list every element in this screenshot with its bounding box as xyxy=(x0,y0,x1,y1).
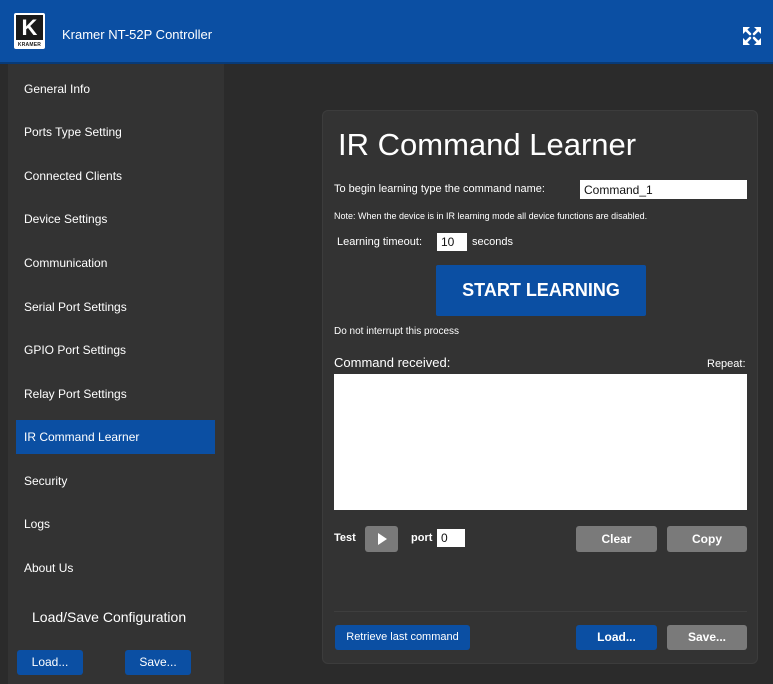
test-label: Test xyxy=(334,532,356,544)
sidebar-item-device-settings[interactable]: Device Settings xyxy=(16,202,215,236)
test-play-button[interactable] xyxy=(365,526,398,552)
page-title: IR Command Learner xyxy=(338,127,637,162)
sidebar-item-gpio-port-settings[interactable]: GPIO Port Settings xyxy=(16,333,215,367)
sidebar-item-security[interactable]: Security xyxy=(16,464,215,498)
command-name-label: To begin learning type the command name: xyxy=(334,183,545,195)
sidebar-item-connected-clients[interactable]: Connected Clients xyxy=(16,159,215,193)
sidebar-item-logs[interactable]: Logs xyxy=(16,507,215,541)
interrupt-note: Do not interrupt this process xyxy=(334,326,460,337)
expand-arrows-icon[interactable] xyxy=(741,25,763,47)
command-received-textarea[interactable] xyxy=(334,374,747,510)
sidebar-item-ports-type-setting[interactable]: Ports Type Setting xyxy=(16,115,215,149)
command-received-label: Command received: xyxy=(334,355,451,370)
sidebar: General Info Ports Type Setting Connecte… xyxy=(8,64,224,684)
learning-timeout-input[interactable] xyxy=(437,233,467,251)
port-label: port xyxy=(411,532,433,544)
play-icon xyxy=(378,533,387,545)
top-header: K KRAMER Kramer NT-52P Controller xyxy=(0,0,773,64)
retrieve-last-command-button[interactable]: Retrieve last command xyxy=(335,625,470,650)
sidebar-item-general-info[interactable]: General Info xyxy=(16,72,215,106)
sidebar-item-ir-command-learner[interactable]: IR Command Learner xyxy=(16,420,215,454)
panel-divider xyxy=(334,611,747,612)
sidebar-item-about-us[interactable]: About Us xyxy=(16,551,215,585)
learning-mode-note: Note: When the device is in IR learning … xyxy=(334,211,648,221)
copy-button[interactable]: Copy xyxy=(667,526,747,552)
load-save-config-title: Load/Save Configuration xyxy=(32,609,187,625)
start-learning-button[interactable]: START LEARNING xyxy=(436,265,646,316)
kramer-logo: K KRAMER xyxy=(14,13,45,49)
repeat-label: Repeat: xyxy=(707,358,746,370)
logo-wordmark: KRAMER xyxy=(17,42,42,48)
timeout-unit-label: seconds xyxy=(472,236,513,248)
clear-button[interactable]: Clear xyxy=(576,526,657,552)
config-load-button[interactable]: Load... xyxy=(17,650,83,675)
logo-mark: K xyxy=(16,15,43,40)
learner-save-button[interactable]: Save... xyxy=(667,625,747,650)
command-name-input[interactable] xyxy=(580,180,747,199)
config-save-button[interactable]: Save... xyxy=(125,650,191,675)
app-title: Kramer NT-52P Controller xyxy=(62,27,213,42)
sidebar-item-communication[interactable]: Communication xyxy=(16,246,215,280)
learner-load-button[interactable]: Load... xyxy=(576,625,657,650)
port-input[interactable] xyxy=(437,529,465,547)
sidebar-item-serial-port-settings[interactable]: Serial Port Settings xyxy=(16,290,215,324)
learning-timeout-label: Learning timeout: xyxy=(337,236,422,248)
sidebar-item-relay-port-settings[interactable]: Relay Port Settings xyxy=(16,377,215,411)
